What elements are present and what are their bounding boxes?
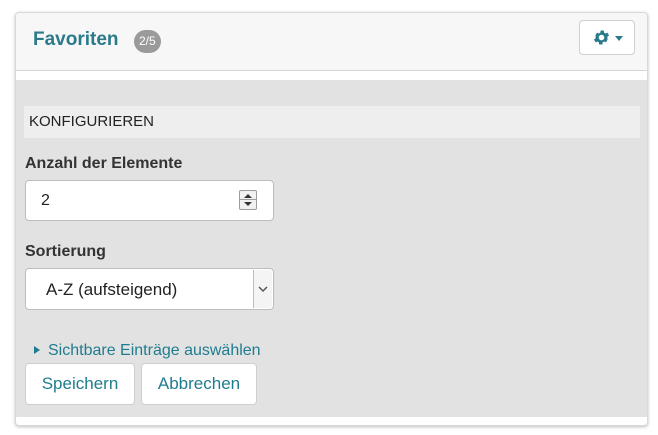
panel-header: Favoriten 2/5 — [16, 13, 647, 71]
stepper-down-icon[interactable] — [244, 202, 252, 206]
stepper-up-icon[interactable] — [244, 194, 252, 198]
config-body: KONFIGURIEREN Anzahl der Elemente 2 Sort… — [16, 80, 647, 417]
count-number-input[interactable]: 2 — [25, 180, 274, 221]
chevron-down-icon — [258, 286, 268, 293]
sort-label: Sortierung — [25, 243, 106, 260]
expand-triangle-icon — [34, 346, 40, 354]
caret-down-icon — [615, 36, 623, 41]
sort-selected-value: A-Z (aufsteigend) — [46, 280, 178, 299]
settings-dropdown-button[interactable] — [579, 20, 635, 55]
count-stepper[interactable] — [239, 190, 257, 210]
select-arrow[interactable] — [253, 270, 272, 308]
panel-title: Favoriten — [33, 29, 119, 50]
favorites-panel: Favoriten 2/5 KONFIGURIEREN Anzahl der E… — [15, 12, 648, 426]
sort-select[interactable]: A-Z (aufsteigend) — [25, 268, 274, 310]
save-button[interactable]: Speichern — [25, 363, 135, 405]
count-badge: 2/5 — [134, 30, 161, 53]
visible-entries-label: Sichtbare Einträge auswählen — [48, 342, 261, 359]
cancel-button[interactable]: Abbrechen — [141, 363, 257, 405]
count-value: 2 — [41, 192, 50, 209]
gear-icon — [592, 28, 611, 52]
visible-entries-link[interactable]: Sichtbare Einträge auswählen — [34, 342, 261, 360]
section-heading: KONFIGURIEREN — [24, 106, 640, 138]
stepper-divider — [240, 199, 256, 200]
count-label: Anzahl der Elemente — [25, 155, 183, 172]
